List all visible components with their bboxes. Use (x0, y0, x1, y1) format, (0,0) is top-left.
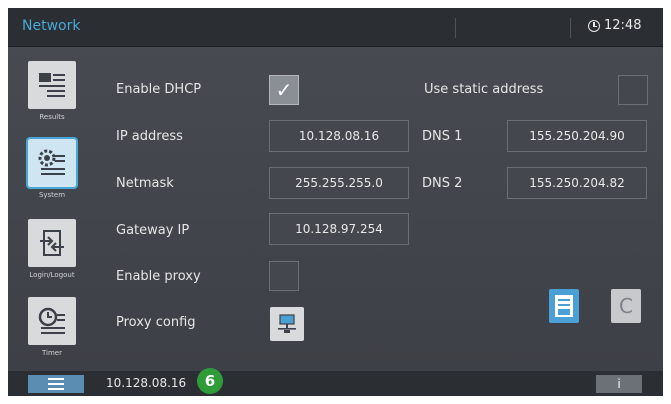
topbar-divider (455, 18, 456, 38)
sidebar-item-label: System (38, 191, 66, 199)
sidebar-item-label: Timer (41, 349, 62, 357)
content-area: Results System Login/Logout Timer Enable… (8, 47, 663, 371)
ip-address-label: IP address (116, 129, 183, 144)
menu-button[interactable] (28, 375, 84, 393)
netmask-field[interactable]: 255.255.255.0 (269, 167, 409, 199)
hamburger-icon (48, 378, 64, 390)
bottom-bar: 10.128.08.16 i (8, 371, 663, 396)
enable-proxy-label: Enable proxy (116, 269, 201, 284)
gateway-ip-label: Gateway IP (116, 223, 190, 238)
system-gear-icon (38, 149, 65, 175)
clock-icon (588, 19, 600, 32)
enable-proxy-checkbox[interactable] (269, 261, 299, 291)
info-button[interactable]: i (596, 375, 642, 393)
dns1-field[interactable]: 155.250.204.90 (507, 120, 647, 152)
page-title: Network (22, 18, 81, 34)
network-computer-icon (278, 314, 296, 333)
use-static-checkbox[interactable] (618, 75, 648, 105)
login-logout-tile[interactable] (28, 219, 76, 267)
topbar-divider (570, 18, 571, 38)
dns2-label: DNS 2 (422, 176, 463, 191)
clock: 12:48 (588, 18, 641, 33)
timer-tile[interactable] (28, 297, 76, 345)
top-bar: Network 12:48 (8, 8, 663, 47)
system-tile[interactable] (26, 137, 78, 189)
ip-address-field[interactable]: 10.128.08.16 (269, 120, 409, 152)
timer-icon (38, 307, 65, 334)
results-tile[interactable] (28, 61, 76, 109)
sidebar-item-label: Login/Logout (29, 271, 75, 279)
dns2-field[interactable]: 155.250.204.82 (507, 167, 647, 199)
results-icon (39, 73, 65, 97)
screen: Network 12:48 Results System Login/Logou… (0, 0, 671, 404)
sidebar-item-login-logout[interactable]: Login/Logout (22, 219, 82, 283)
enable-dhcp-label: Enable DHCP (116, 82, 202, 97)
status-ip-address: 10.128.08.16 (106, 376, 187, 390)
sidebar-item-timer[interactable]: Timer (22, 297, 82, 361)
save-icon (555, 295, 573, 317)
clock-time: 12:48 (604, 18, 642, 33)
sidebar-item-results[interactable]: Results (22, 61, 82, 125)
proxy-config-label: Proxy config (116, 315, 196, 330)
gateway-ip-field[interactable]: 10.128.97.254 (269, 213, 409, 245)
proxy-config-button[interactable] (270, 307, 304, 341)
netmask-label: Netmask (116, 176, 174, 191)
login-logout-icon (40, 230, 64, 256)
sidebar-item-system[interactable]: System (22, 137, 82, 203)
save-button[interactable] (549, 289, 579, 323)
use-static-label: Use static address (424, 82, 544, 97)
sidebar-item-label: Results (39, 113, 65, 121)
callout-badge: 6 (197, 368, 223, 394)
enable-dhcp-checkbox[interactable]: ✓ (269, 75, 299, 105)
checkmark-icon: ✓ (275, 78, 293, 102)
cancel-button[interactable]: C (611, 289, 641, 323)
dns1-label: DNS 1 (422, 129, 463, 144)
